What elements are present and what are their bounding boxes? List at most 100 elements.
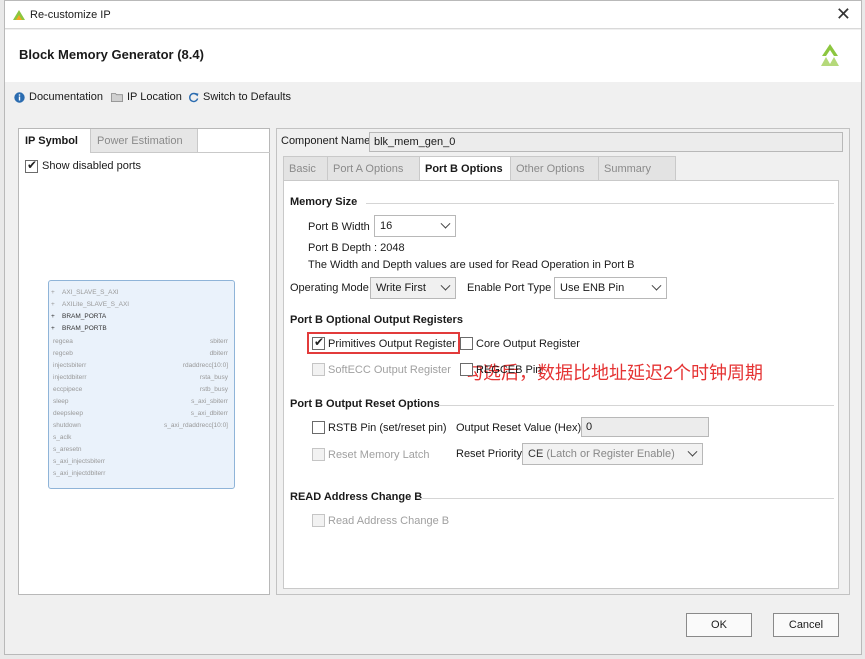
symbol-left-port: regcea <box>53 338 73 345</box>
reset-priority-select[interactable]: CE (Latch or Register Enable) <box>522 443 703 465</box>
core-output-register-label: Core Output Register <box>476 338 580 350</box>
switch-to-defaults-label: Switch to Defaults <box>203 91 292 103</box>
read-address-change-b-checkbox[interactable] <box>312 514 325 527</box>
ip-location-button[interactable]: IP Location <box>111 91 182 103</box>
softecc-output-register-checkbox[interactable] <box>312 363 325 376</box>
re-customize-ip-dialog: Re-customize IP ✕ Block Memory Generator… <box>4 0 862 655</box>
header: Block Memory Generator (8.4) <box>5 30 861 82</box>
tab-summary[interactable]: Summary <box>598 156 676 180</box>
section-divider <box>420 498 834 499</box>
rstb-pin-label: RSTB Pin (set/reset pin) <box>328 422 447 434</box>
symbol-left-port: sleep <box>53 398 69 405</box>
ok-button[interactable]: OK <box>686 613 752 637</box>
reset-memory-latch-label: Reset Memory Latch <box>328 449 430 461</box>
section-divider <box>366 203 834 204</box>
read-address-change-heading: READ Address Change B <box>290 491 423 503</box>
symbol-right-port: sbiterr <box>209 338 228 345</box>
optional-output-registers-heading: Port B Optional Output Registers <box>290 314 463 326</box>
output-reset-value-label: Output Reset Value (Hex) <box>456 422 582 434</box>
symbol-right-port: rdaddrecc[10:0] <box>182 362 228 369</box>
symbol-right-port: rsta_busy <box>199 374 228 381</box>
operating-mode-label: Operating Mode <box>290 282 369 294</box>
component-name-input[interactable]: blk_mem_gen_0 <box>369 132 843 152</box>
symbol-left-port: s_axi_injectdbiterr <box>53 470 106 477</box>
tab-baseline <box>198 152 270 153</box>
switch-to-defaults-button[interactable]: Switch to Defaults <box>188 91 291 103</box>
symbol-left-port: BRAM_PORTA <box>62 313 107 320</box>
symbol-right-port: s_axi_dbiterr <box>190 410 228 417</box>
vivado-logo-icon <box>13 10 25 20</box>
symbol-left-port: AXILite_SLAVE_S_AXI <box>62 301 130 308</box>
symbol-port-plus: + <box>51 301 55 308</box>
tab-basic[interactable]: Basic <box>283 156 328 180</box>
port-b-width-select[interactable]: 16 <box>374 215 456 237</box>
chevron-down-icon <box>440 280 451 291</box>
symbol-left-port: regceb <box>53 350 73 357</box>
ip-symbol-panel: IP Symbol Power Estimation ✔ Show disabl… <box>18 128 270 595</box>
symbol-left-port: s_aresetn <box>53 446 82 453</box>
refresh-icon <box>189 92 199 102</box>
info-icon <box>14 91 25 103</box>
port-b-options-content: Memory Size Port B Width 16 Port B Depth… <box>283 180 839 589</box>
title-bar: Re-customize IP ✕ <box>5 1 861 29</box>
symbol-right-port: dbiterr <box>209 350 228 357</box>
tab-power-estimation[interactable]: Power Estimation <box>91 129 198 153</box>
symbol-left-port: injectsbiterr <box>53 362 87 369</box>
symbol-left-port: shutdown <box>53 422 81 429</box>
symbol-left-port: s_aclk <box>53 434 72 441</box>
port-b-width-label: Port B Width <box>308 221 370 233</box>
cancel-button[interactable]: Cancel <box>773 613 839 637</box>
port-b-width-value: 16 <box>380 220 393 232</box>
reset-priority-value-suffix: (Latch or Register Enable) <box>546 448 675 460</box>
enable-port-type-label: Enable Port Type <box>467 282 552 294</box>
symbol-left-port: s_axi_injectsbiterr <box>53 458 106 465</box>
tab-ip-symbol[interactable]: IP Symbol <box>19 129 91 153</box>
tab-port-a-options[interactable]: Port A Options <box>327 156 420 180</box>
read-address-change-b-label: Read Address Change B <box>328 515 450 527</box>
symbol-port-plus: + <box>51 325 55 332</box>
core-output-register-checkbox[interactable] <box>460 337 473 350</box>
rstb-pin-checkbox[interactable] <box>312 421 325 434</box>
chevron-down-icon <box>440 218 451 229</box>
show-disabled-ports-checkbox[interactable]: ✔ <box>25 158 38 173</box>
close-icon[interactable]: ✕ <box>836 4 851 25</box>
toolbar: Documentation IP Location Switch to Defa… <box>5 83 861 113</box>
section-divider <box>440 405 834 406</box>
regceb-pin-label: REGCEB Pin <box>476 364 542 376</box>
operating-mode-select[interactable]: Write First <box>370 277 456 299</box>
symbol-port-plus: + <box>51 313 55 320</box>
tab-port-b-options[interactable]: Port B Options <box>419 156 511 181</box>
symbol-left-port: deepsleep <box>53 410 83 417</box>
symbol-right-port: s_axi_rdaddrecc[10:0] <box>164 422 228 429</box>
width-depth-note: The Width and Depth values are used for … <box>308 259 635 271</box>
regceb-pin-checkbox[interactable] <box>460 363 473 376</box>
softecc-output-register-label: SoftECC Output Register <box>328 364 451 376</box>
symbol-port-plus: + <box>51 289 55 296</box>
ip-location-label: IP Location <box>127 91 182 103</box>
xilinx-brand-icon <box>821 44 839 66</box>
symbol-left-port: BRAM_PORTB <box>62 325 107 332</box>
documentation-button[interactable]: Documentation <box>14 91 103 103</box>
chevron-down-icon <box>651 280 662 291</box>
output-reset-value-input[interactable]: 0 <box>581 417 709 437</box>
output-reset-options-heading: Port B Output Reset Options <box>290 398 440 410</box>
show-disabled-ports-label: Show disabled ports <box>42 160 142 172</box>
symbol-left-port: AXI_SLAVE_S_AXI <box>62 289 119 296</box>
symbol-left-port: injectdbiterr <box>53 374 87 381</box>
operating-mode-value: Write First <box>376 282 426 294</box>
documentation-label: Documentation <box>29 91 103 103</box>
port-b-depth-text: Port B Depth : 2048 <box>308 242 405 254</box>
folder-icon <box>111 93 123 102</box>
memory-size-heading: Memory Size <box>290 196 358 208</box>
component-name-label: Component Name <box>281 135 371 147</box>
reset-memory-latch-checkbox[interactable] <box>312 448 325 461</box>
enable-port-type-select[interactable]: Use ENB Pin <box>554 277 667 299</box>
chevron-down-icon <box>687 446 698 457</box>
reset-priority-label: Reset Priority <box>456 448 523 460</box>
reset-priority-value-prefix: CE <box>528 448 544 460</box>
symbol-right-port: rstb_busy <box>199 386 228 393</box>
ip-title: Block Memory Generator (8.4) <box>19 47 204 62</box>
tab-other-options[interactable]: Other Options <box>510 156 599 180</box>
symbol-right-port: s_axi_sbiterr <box>191 398 228 405</box>
configuration-panel: Component Name blk_mem_gen_0 Basic Port … <box>276 128 850 595</box>
